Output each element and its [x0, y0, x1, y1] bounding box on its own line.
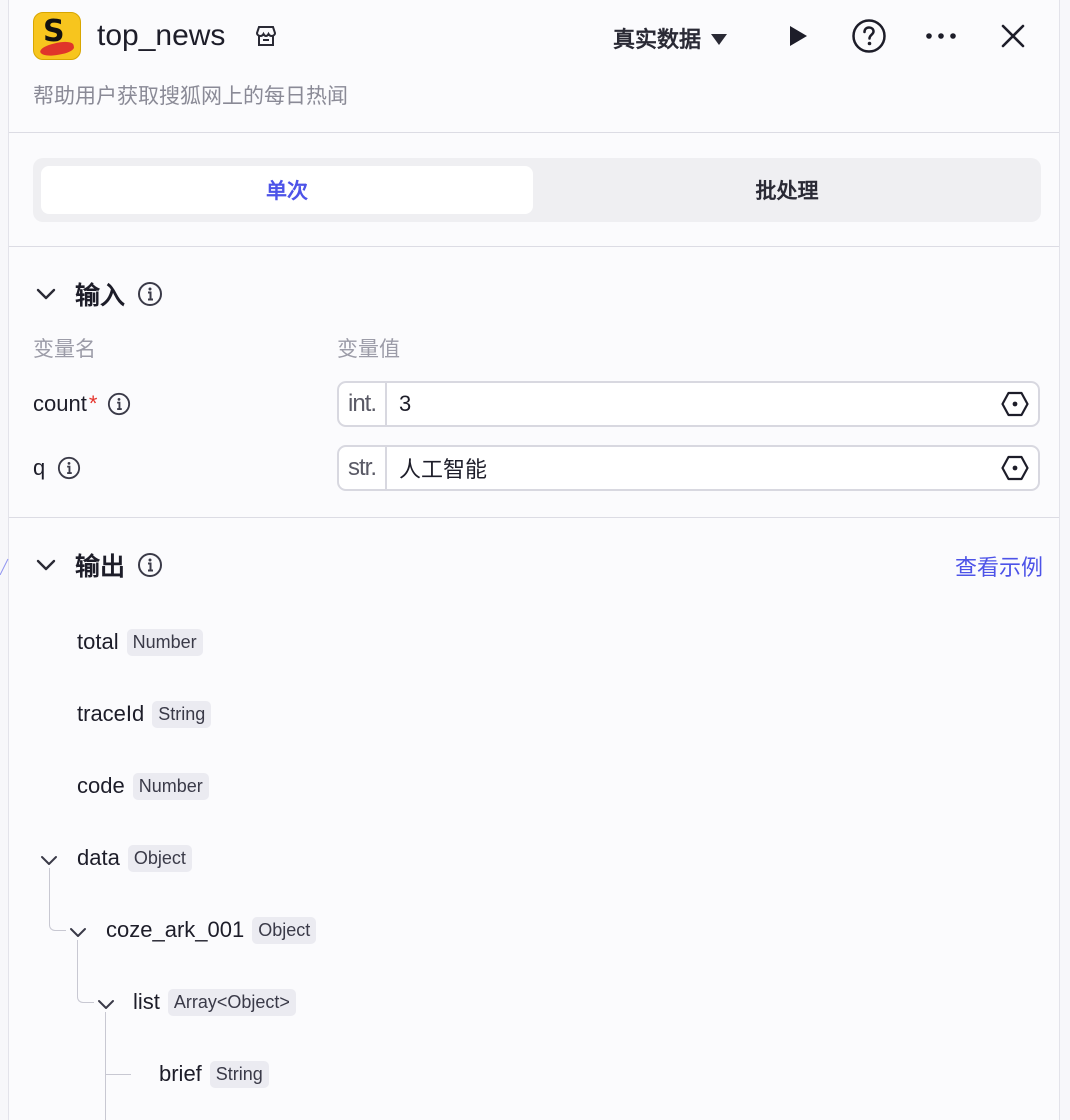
type-badge: String [152, 700, 212, 728]
type-badge: Array<Object> [167, 988, 296, 1016]
output-field-code: code Number [77, 768, 209, 804]
plugin-description: 帮助用户获取搜狐网上的每日热闻 [33, 84, 348, 108]
plugin-logo-icon: S [33, 12, 81, 60]
column-variable-name: 变量名 [33, 337, 96, 361]
output-field-coze-ark-001: coze_ark_001 Object [106, 912, 317, 948]
variable-name-label: q [33, 455, 46, 480]
variable-name-label: count [33, 391, 87, 416]
type-badge: Number [132, 772, 209, 800]
output-section-title: 输出 [75, 552, 126, 581]
play-icon [790, 26, 807, 46]
info-icon[interactable] [107, 392, 131, 416]
see-example-link[interactable]: 查看示例 [955, 550, 1043, 582]
type-badge: Number [126, 628, 203, 656]
tab-batch[interactable]: 批处理 [541, 166, 1033, 214]
panel-header: S top_news 真实数据 帮助用户获取搜狐网上的每日热闻 [9, 0, 1059, 133]
field-name: total [77, 629, 119, 654]
run-button[interactable] [777, 16, 817, 56]
field-name: code [77, 773, 125, 798]
input-section-header[interactable]: 输入 [33, 274, 163, 314]
info-icon[interactable] [137, 281, 163, 307]
output-field-brief: brief String [159, 1056, 269, 1092]
field-name: brief [159, 1061, 202, 1086]
run-mode-tabs: 单次 批处理 [33, 158, 1041, 222]
more-icon [926, 33, 956, 39]
close-icon [1001, 24, 1025, 48]
type-badge: Object [127, 844, 192, 872]
plugin-debug-panel: S top_news 真实数据 帮助用户获取搜狐网上的每日热闻 单次 批处理 输… [8, 0, 1060, 1120]
close-button[interactable] [993, 16, 1033, 56]
variable-name-q: q [33, 445, 81, 491]
variable-hex-icon[interactable] [1000, 453, 1030, 483]
q-value[interactable]: 人工智能 [387, 452, 1000, 484]
input-section-title: 输入 [75, 281, 126, 310]
output-field-list: list Array<Object> [133, 984, 296, 1020]
help-button[interactable] [849, 16, 889, 56]
tree-connector [105, 1074, 131, 1075]
info-icon[interactable] [137, 552, 163, 578]
output-field-total: total Number [77, 624, 203, 660]
variable-hex-icon[interactable] [1000, 389, 1030, 419]
chevron-down-icon[interactable] [95, 993, 117, 1015]
more-button[interactable] [921, 16, 961, 56]
plugin-title: top_news [97, 19, 226, 52]
canvas-edge-line [0, 558, 9, 575]
tree-connector [105, 1012, 106, 1120]
type-tag: str. [339, 447, 387, 489]
field-name: list [133, 989, 160, 1014]
data-mode-label: 真实数据 [613, 28, 702, 53]
type-tag: int. [339, 383, 387, 425]
help-icon [852, 19, 886, 53]
tree-connector [49, 868, 66, 931]
info-icon[interactable] [57, 456, 81, 480]
data-mode-select[interactable]: 真实数据 [613, 18, 728, 58]
tree-connector [77, 940, 94, 1003]
type-badge: String [209, 1060, 269, 1088]
output-field-traceid: traceId String [77, 696, 212, 732]
field-name: data [77, 845, 120, 870]
column-variable-value: 变量值 [337, 337, 400, 361]
run-mode-section: 单次 批处理 [9, 133, 1059, 247]
q-input[interactable]: str. 人工智能 [337, 445, 1040, 491]
variable-name-count: count * [33, 381, 131, 427]
field-name: coze_ark_001 [106, 917, 245, 942]
field-name: traceId [77, 701, 145, 726]
chevron-down-icon [36, 288, 56, 300]
output-field-data: data Object [77, 840, 192, 876]
required-mark: * [88, 391, 98, 416]
section-divider [9, 517, 1059, 518]
output-section-header[interactable]: 输出 [33, 545, 163, 585]
count-input[interactable]: int. 3 [337, 381, 1040, 427]
type-badge: Object [252, 916, 317, 944]
store-icon [255, 26, 277, 46]
tab-single[interactable]: 单次 [41, 166, 533, 214]
chevron-down-icon [36, 559, 56, 571]
caret-down-icon [711, 34, 728, 45]
count-value[interactable]: 3 [387, 391, 1000, 417]
